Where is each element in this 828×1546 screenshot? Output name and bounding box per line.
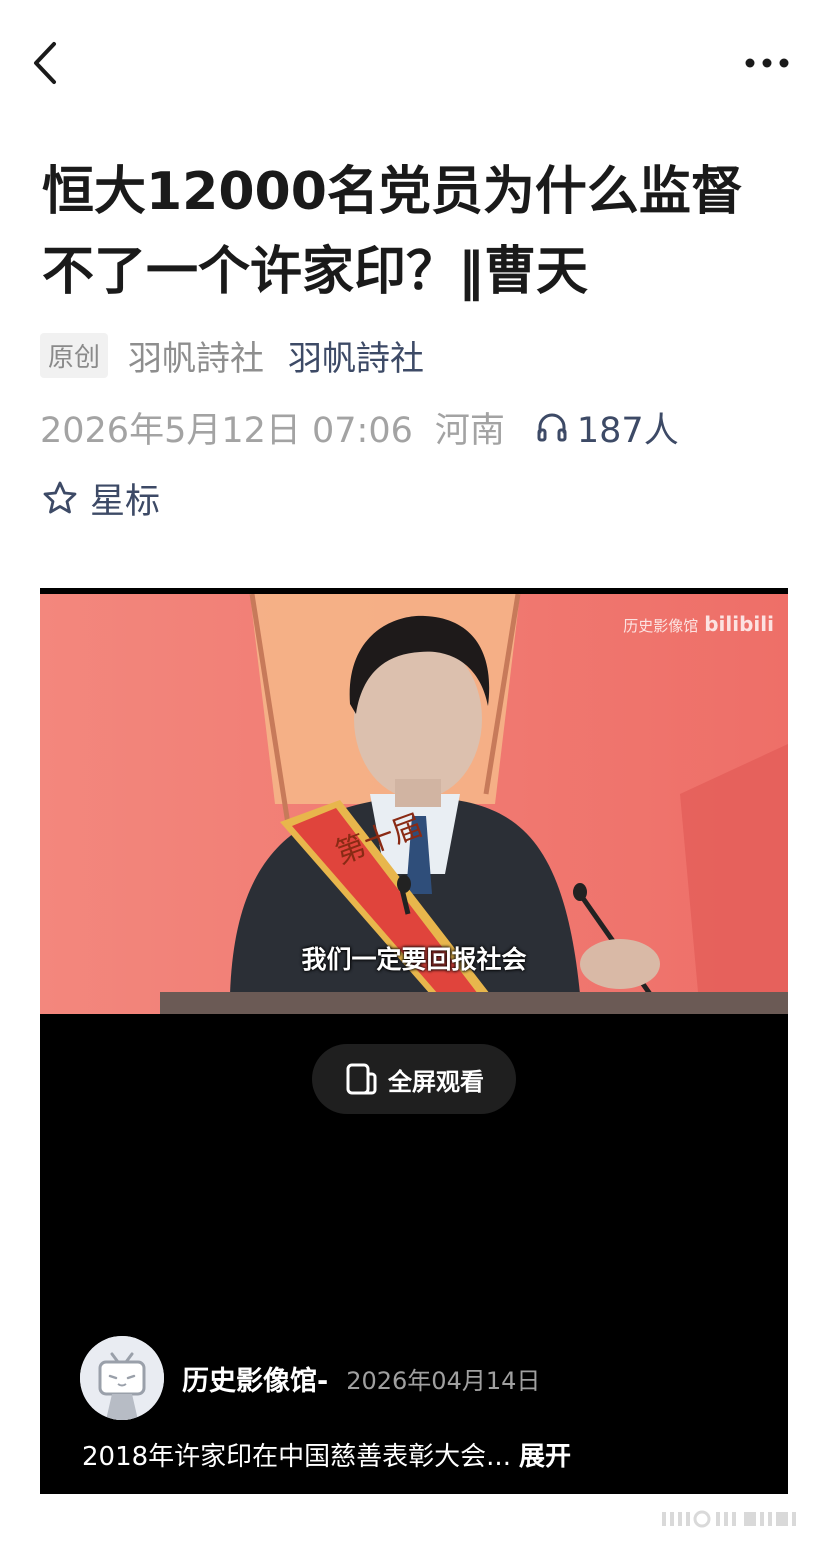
video-card[interactable]: 第十届 历史影像馆 bilibili 我们一定要回报社会 全屏观看 历史影像馆-…: [40, 588, 788, 1494]
uploader-row: 历史影像馆- 2026年04月14日: [80, 1336, 540, 1420]
star-button[interactable]: 星标: [42, 474, 160, 522]
video-thumbnail[interactable]: 第十届 历史影像馆 bilibili 我们一定要回报社会: [40, 594, 788, 1014]
publish-location: 河南: [434, 410, 505, 451]
listen-count[interactable]: 187人: [577, 402, 679, 453]
bilibili-logo: bilibili: [704, 612, 774, 636]
publish-date: 2026年5月12日 07:06: [40, 410, 413, 451]
author-row: 原创 羽帆詩社 羽帆詩社: [40, 330, 424, 380]
author-name: 羽帆詩社: [128, 338, 265, 379]
caption-text: 2018年许家印在中国慈善表彰大会...: [82, 1442, 511, 1472]
uploader-name[interactable]: 历史影像馆-: [182, 1359, 328, 1398]
video-subtitle: 我们一定要回报社会: [301, 945, 527, 974]
back-button[interactable]: [28, 38, 68, 88]
tv-mascot-icon: [80, 1336, 164, 1420]
publish-info-row: 2026年5月12日 07:06 河南 187人: [40, 402, 679, 452]
fullscreen-button[interactable]: 全屏观看: [312, 1044, 516, 1114]
video-caption: 2018年许家印在中国慈善表彰大会... 展开: [82, 1436, 571, 1473]
headphones-icon[interactable]: [535, 410, 569, 444]
more-horizontal-icon: [745, 58, 789, 68]
upload-date: 2026年04月14日: [346, 1366, 541, 1395]
uploader-avatar[interactable]: [80, 1336, 164, 1420]
fullscreen-phone-icon: [346, 1063, 377, 1095]
more-options-button[interactable]: [742, 48, 792, 78]
fullscreen-label: 全屏观看: [388, 1067, 484, 1096]
chevron-left-icon: [34, 42, 56, 84]
star-label: 星标: [90, 481, 161, 522]
expand-link[interactable]: 展开: [519, 1442, 571, 1472]
video-watermark: 历史影像馆 bilibili: [623, 612, 774, 636]
bottom-watermark-glyphs: [662, 1510, 796, 1528]
original-badge: 原创: [40, 332, 109, 378]
article-title: 恒大12000名党员为什么监督不了一个许家印？‖曹天: [42, 162, 743, 302]
star-outline-icon: [43, 481, 77, 514]
top-nav-bar: [0, 0, 828, 120]
watermark-channel: 历史影像馆: [623, 617, 699, 635]
account-name-link[interactable]: 羽帆詩社: [288, 331, 424, 380]
